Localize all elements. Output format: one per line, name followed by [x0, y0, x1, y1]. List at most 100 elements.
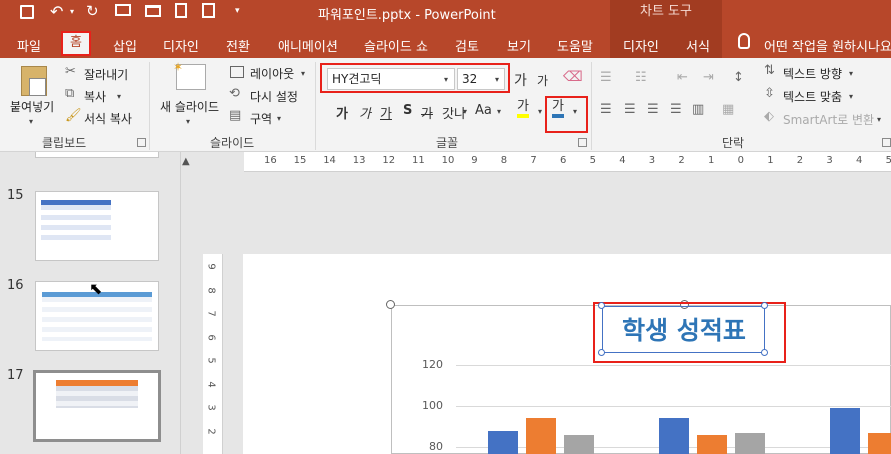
tab-file[interactable]: 파일: [17, 36, 41, 55]
new-file-icon[interactable]: [175, 3, 187, 18]
title-handle[interactable]: [761, 302, 768, 309]
font-color-button[interactable]: 가: [552, 100, 564, 118]
ruler-number: 14: [323, 155, 336, 166]
chart-title[interactable]: 학생 성적표: [604, 311, 764, 347]
align-center-icon[interactable]: ☰: [624, 102, 636, 117]
align-left-icon[interactable]: ☰: [600, 102, 612, 117]
tab-help[interactable]: 도움말: [557, 36, 593, 55]
ruler-number: 3: [205, 404, 217, 411]
shrink-font-button[interactable]: 가: [537, 72, 548, 89]
new-slide-dropdown-icon[interactable]: ▾: [186, 117, 190, 126]
numbering-icon[interactable]: ☷: [635, 70, 647, 85]
ruler-number: 0: [737, 155, 744, 166]
undo-icon[interactable]: ↶: [50, 2, 63, 21]
align-text-button[interactable]: 텍스트 맞춤: [783, 88, 842, 105]
section-dropdown-icon[interactable]: ▾: [277, 114, 281, 123]
redo-icon[interactable]: ↻: [86, 2, 99, 20]
thumbnail-table-body: [42, 297, 152, 341]
convert-smartart-dropdown-icon[interactable]: ▾: [877, 115, 881, 124]
present-icon[interactable]: [115, 4, 131, 16]
font-name-input[interactable]: HY견고딕: [327, 68, 455, 90]
underline-button[interactable]: 가: [380, 103, 392, 122]
save-icon[interactable]: [20, 5, 34, 19]
justify-icon[interactable]: ☰: [670, 102, 682, 117]
align-text-icon: ⇳: [764, 86, 775, 101]
italic-button[interactable]: 가: [359, 103, 371, 122]
strikethrough-button[interactable]: 가: [421, 103, 433, 122]
paste-dropdown-icon[interactable]: ▾: [29, 117, 33, 126]
scroll-up-icon[interactable]: ▲: [182, 156, 190, 167]
title-handle[interactable]: [761, 349, 768, 356]
section-button[interactable]: 구역: [250, 110, 272, 127]
title-handle[interactable]: [598, 349, 605, 356]
text-direction-button[interactable]: 텍스트 방향: [783, 65, 842, 82]
font-color-dropdown-icon[interactable]: ▾: [573, 107, 577, 116]
reset-icon: ⟲: [229, 86, 240, 101]
chart-handle-top-left[interactable]: [386, 300, 395, 309]
highlight-color-button[interactable]: 가: [517, 100, 529, 118]
distribute-icon[interactable]: ▥: [692, 102, 704, 117]
chart-tools-title: 차트 도구: [610, 0, 722, 27]
tab-insert[interactable]: 삽입: [113, 36, 137, 55]
title-handle[interactable]: [598, 302, 605, 309]
tab-view[interactable]: 보기: [507, 36, 531, 55]
font-size-dropdown-icon[interactable]: ▾: [495, 75, 499, 84]
ruler-number: 5: [885, 155, 891, 166]
font-launcher-icon[interactable]: [578, 138, 587, 147]
slide-thumbnail-17-selected[interactable]: [33, 370, 161, 442]
tab-review[interactable]: 검토: [455, 36, 479, 55]
shadow-button[interactable]: S: [403, 103, 412, 118]
open-folder-icon[interactable]: [145, 5, 161, 17]
layout-dropdown-icon[interactable]: ▾: [301, 69, 305, 78]
layout-button[interactable]: 레이아웃: [250, 65, 294, 82]
print-preview-icon[interactable]: [202, 3, 215, 18]
layout-icon: [230, 66, 244, 78]
copy-dropdown-icon[interactable]: ▾: [117, 92, 121, 101]
change-case-dropdown-icon[interactable]: ▾: [497, 107, 501, 116]
tab-home[interactable]: 홈: [61, 31, 91, 56]
tab-chart-format[interactable]: 서식: [686, 36, 710, 55]
clear-formatting-icon[interactable]: ⌫: [563, 69, 583, 85]
highlight-color-dropdown-icon[interactable]: ▾: [538, 107, 542, 116]
columns-icon[interactable]: ▦: [722, 102, 734, 117]
grow-font-button[interactable]: 가: [514, 70, 527, 90]
text-direction-icon: ⇅: [764, 63, 775, 78]
reset-button[interactable]: 다시 설정: [250, 88, 298, 105]
convert-smartart-button[interactable]: SmartArt로 변환: [783, 111, 874, 128]
slide-number: 17: [7, 368, 24, 383]
tab-animations[interactable]: 애니메이션: [278, 36, 338, 55]
customize-qat-icon[interactable]: ▾: [235, 6, 240, 16]
font-name-dropdown-icon[interactable]: ▾: [444, 75, 448, 84]
format-painter-button[interactable]: 서식 복사: [84, 110, 132, 127]
character-spacing-dropdown-icon[interactable]: ▾: [463, 107, 467, 116]
tab-design[interactable]: 디자인: [163, 36, 199, 55]
thumbnail-table-body: [41, 205, 111, 245]
increase-indent-icon[interactable]: ⇥: [703, 70, 714, 85]
slide-thumbnail-15[interactable]: [35, 191, 159, 261]
change-case-button[interactable]: Aa: [475, 103, 492, 118]
paragraph-group-label: 단락: [722, 136, 745, 150]
ruler-number: 11: [412, 155, 425, 166]
bold-button[interactable]: 가: [336, 103, 348, 122]
ruler-number: 7: [530, 155, 537, 166]
paragraph-launcher-icon[interactable]: [882, 138, 891, 147]
clipboard-launcher-icon[interactable]: [137, 138, 146, 147]
slide-pane-scrollbar[interactable]: [180, 152, 199, 454]
ruler-number: 15: [293, 155, 307, 166]
slide-thumbnail-partial[interactable]: [35, 152, 159, 158]
align-text-dropdown-icon[interactable]: ▾: [849, 92, 853, 101]
undo-dropdown-icon[interactable]: ▾: [70, 7, 74, 16]
text-direction-dropdown-icon[interactable]: ▾: [849, 69, 853, 78]
tell-me-search[interactable]: 어떤 작업을 원하시나요: [764, 36, 891, 55]
line-spacing-icon[interactable]: ↕: [733, 70, 744, 85]
new-slide-button[interactable]: 새 슬라이드: [160, 98, 219, 115]
copy-button[interactable]: 복사: [84, 88, 106, 105]
decrease-indent-icon[interactable]: ⇤: [677, 70, 688, 85]
tab-slideshow[interactable]: 슬라이드 쇼: [364, 36, 428, 55]
bullets-icon[interactable]: ☰: [600, 70, 612, 85]
align-right-icon[interactable]: ☰: [647, 102, 659, 117]
tab-chart-design[interactable]: 디자인: [623, 36, 659, 55]
cut-button[interactable]: 잘라내기: [84, 66, 128, 83]
paste-button[interactable]: 붙여넣기: [10, 98, 54, 115]
tab-transitions[interactable]: 전환: [226, 36, 250, 55]
